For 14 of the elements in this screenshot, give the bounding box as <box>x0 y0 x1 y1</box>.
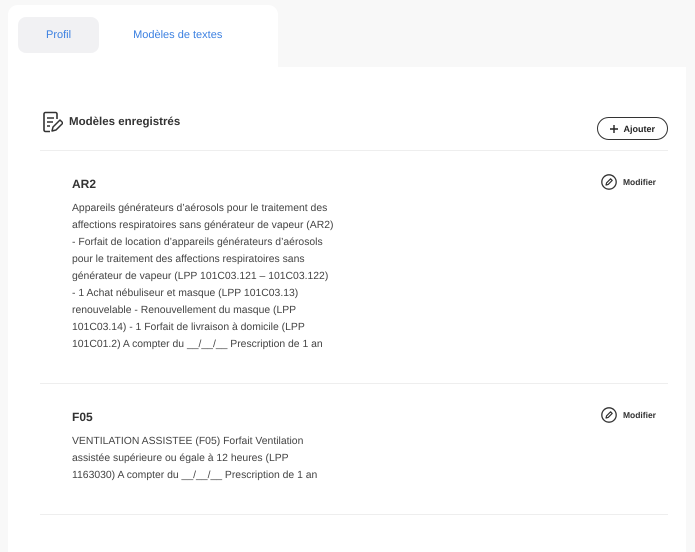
tab[interactable]: Modèles de textes <box>105 17 250 53</box>
template-text: VENTILATION ASSISTEE (F05) Forfait Ventilation assistée supérieure ou égale à 12 heures (LPP 1163030) A compter du __/__/__ Prescription de 1 an <box>72 435 318 483</box>
pencil-icon <box>600 407 617 423</box>
template-code: AR2 <box>72 177 98 191</box>
modify-button[interactable]: Modifier <box>600 171 656 193</box>
pencil-icon <box>600 174 617 190</box>
tab[interactable]: Profil <box>18 17 100 53</box>
section-title: Modèles enregistrés <box>69 116 180 128</box>
template-code: F05 <box>72 410 94 424</box>
plus-icon <box>610 124 618 132</box>
modify-button[interactable]: Modifier <box>600 404 656 426</box>
add-button[interactable]: Ajouter <box>596 117 668 140</box>
template-text: Appareils générateurs d’aérosols pour le traitement des affections respiratoires sans générateur de vapeur (AR2) - Forfait de location d’appareils générateurs d’aérosols pour le traitement des affections respiratoires sans générateur de vapeur (LPP 101C03.121 – 101C03.122) - 1 Achat nébuliseur et masque (LPP 101C03.13) renouvelable - Renouvellement du masque (LPP 101C03.14) - 1 Forfait de livraison à domicile (LPP 101C01.2) A compter du __/__/__ Prescription de 1 an <box>72 202 334 352</box>
document-edit-icon <box>43 110 63 132</box>
